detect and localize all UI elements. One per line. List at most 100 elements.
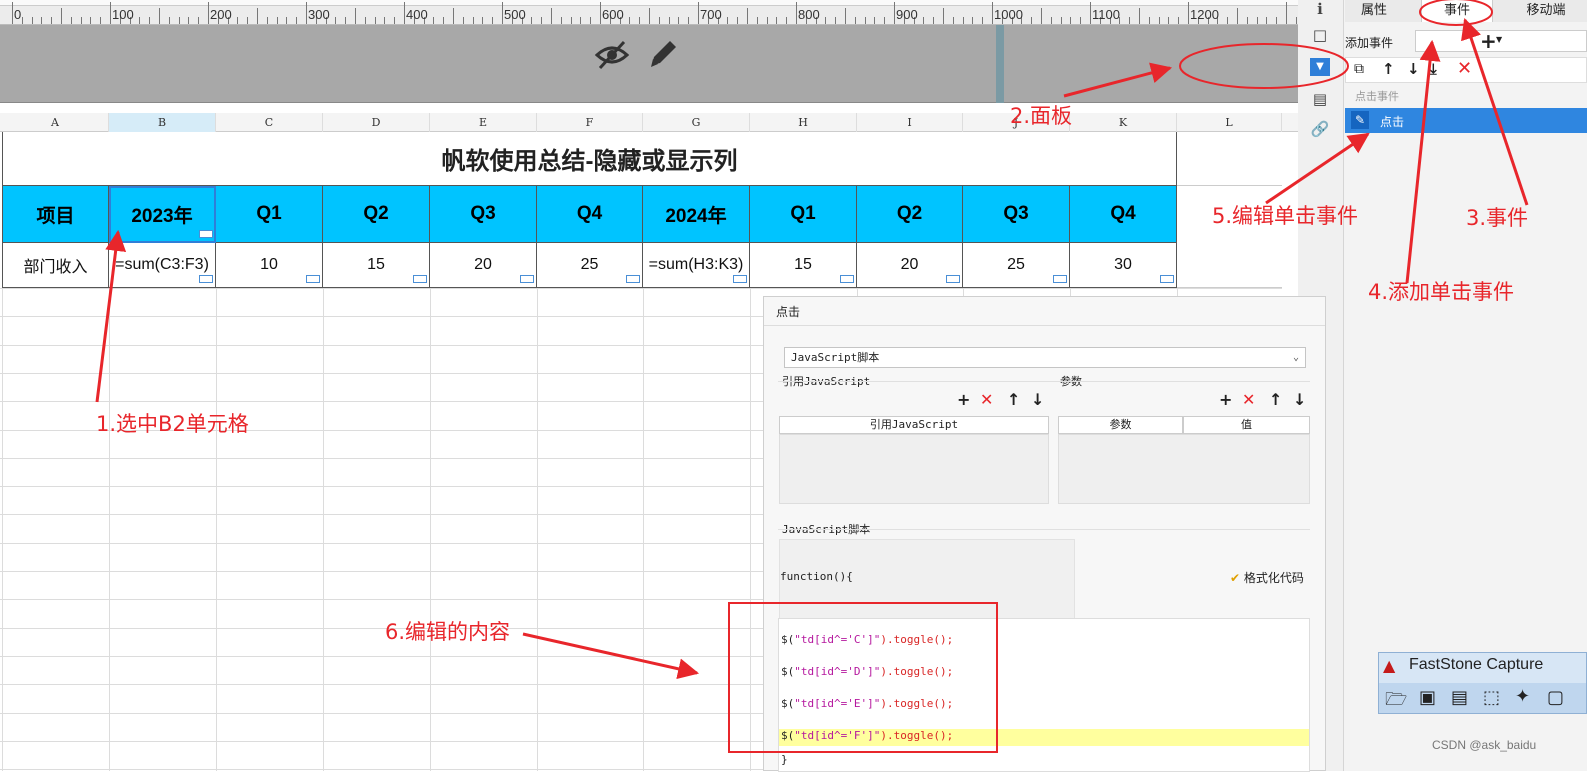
annotation-5: 5.编辑单击事件 xyxy=(1212,204,1359,228)
capture-freehand-icon[interactable]: ✦ xyxy=(1515,686,1530,707)
column-header-i[interactable]: I xyxy=(857,113,963,132)
code-editor[interactable]: $("td[id^='C']").toggle(); $("td[id^='D'… xyxy=(778,618,1310,772)
broom-icon: ✔ xyxy=(1230,571,1241,585)
empty-cell[interactable] xyxy=(1177,132,1282,186)
move-bottom-icon[interactable]: ⤓ xyxy=(1430,60,1437,78)
column-header-d[interactable]: D xyxy=(323,113,430,132)
square-icon[interactable]: □ xyxy=(1310,26,1330,44)
params-table[interactable] xyxy=(1058,434,1310,504)
chevron-down-icon[interactable]: ⌄ xyxy=(1293,348,1299,367)
tab-properties[interactable]: 属性 xyxy=(1345,0,1403,22)
ruler-tick xyxy=(570,17,572,24)
header-cell[interactable]: Q2 xyxy=(323,186,430,243)
freeze-panel[interactable] xyxy=(0,25,1298,103)
tab-mobile[interactable]: 移动端 xyxy=(1505,0,1587,22)
add-icon[interactable]: + xyxy=(1219,392,1232,408)
column-header-b[interactable]: B xyxy=(109,113,216,132)
column-header-e[interactable]: E xyxy=(430,113,537,132)
ruler-tick xyxy=(629,17,631,24)
column-header-a[interactable]: A xyxy=(2,113,109,132)
ruler-tick xyxy=(453,8,454,24)
layer-icon[interactable]: ▤ xyxy=(1310,90,1330,108)
ruler-tick xyxy=(472,17,474,24)
divider xyxy=(764,325,1325,326)
copy-icon[interactable]: ⧉ xyxy=(1354,61,1364,77)
event-item-label: 点击 xyxy=(1380,115,1405,129)
ruler-tick xyxy=(551,8,552,24)
ruler-label: 900 xyxy=(896,7,918,22)
move-up-icon[interactable]: ↑ xyxy=(1269,392,1282,408)
ruler-tick xyxy=(727,17,729,24)
capture-fullscreen-icon[interactable]: ▢ xyxy=(1547,687,1564,708)
open-folder-icon[interactable]: 🗁 xyxy=(1385,687,1407,717)
ruler-tick xyxy=(590,17,592,24)
header-cell[interactable]: 项目 xyxy=(2,186,109,243)
grid-line xyxy=(0,288,1282,289)
widget-icon[interactable]: ▼ xyxy=(1310,58,1330,76)
ruler-tick xyxy=(649,8,650,24)
ruler-tick xyxy=(943,8,944,24)
header-cell[interactable]: Q3 xyxy=(963,186,1070,243)
move-up-icon[interactable]: ↑ xyxy=(1382,60,1395,78)
ruler-tick xyxy=(1129,17,1131,24)
header-cell[interactable]: Q4 xyxy=(1070,186,1177,243)
ruler-tick xyxy=(1060,17,1062,24)
capture-window-icon[interactable]: ▣ xyxy=(1419,687,1436,708)
edit-icon[interactable]: ✎ xyxy=(1351,111,1369,129)
panel-divider[interactable] xyxy=(996,25,1004,103)
script-type-select[interactable]: JavaScript脚本 ⌄ xyxy=(784,347,1306,368)
tab-events[interactable]: 事件 xyxy=(1421,0,1493,22)
move-down-icon[interactable]: ↓ xyxy=(1031,392,1044,408)
ruler-tick xyxy=(404,2,405,24)
ruler-tick xyxy=(70,17,72,24)
data-cell[interactable]: 部门收入 xyxy=(2,243,109,288)
move-up-icon[interactable]: ↑ xyxy=(1007,392,1020,408)
chevron-down-icon[interactable]: ▼ xyxy=(1496,35,1502,44)
delete-icon[interactable]: ✕ xyxy=(1242,392,1255,408)
hidden-eye-icon[interactable] xyxy=(594,39,630,71)
toolbar-strip xyxy=(0,0,1298,6)
link-icon[interactable]: 🔗 xyxy=(1310,120,1330,138)
header-cell[interactable]: Q3 xyxy=(430,186,537,243)
ruler-tick xyxy=(923,17,925,24)
delete-icon[interactable]: ✕ xyxy=(980,392,993,408)
cell-widget-marker xyxy=(199,275,213,283)
sheet-title[interactable]: 帆软使用总结-隐藏或显示列 xyxy=(2,132,1177,186)
move-down-icon[interactable]: ↓ xyxy=(1407,60,1420,78)
column-header-h[interactable]: H xyxy=(750,113,857,132)
param-column-header: 参数 xyxy=(1058,416,1183,434)
ruler-tick xyxy=(541,17,543,24)
ruler-tick xyxy=(884,17,886,24)
ruler-tick xyxy=(698,2,699,24)
info-icon[interactable]: ℹ xyxy=(1310,0,1330,18)
format-code-button[interactable]: ✔ 格式化代码 xyxy=(1230,569,1304,586)
header-cell[interactable]: 2024年 xyxy=(643,186,750,243)
ruler-tick xyxy=(1256,17,1258,24)
add-icon[interactable]: + xyxy=(957,392,970,408)
divider xyxy=(778,381,1310,382)
header-cell[interactable]: Q2 xyxy=(857,186,963,243)
cell-widget-marker xyxy=(413,275,427,283)
header-cell[interactable]: Q4 xyxy=(537,186,643,243)
capture-region-icon[interactable]: ⬚ xyxy=(1483,687,1500,708)
ruler-tick xyxy=(394,17,396,24)
ruler-tick xyxy=(776,17,778,24)
column-header-k[interactable]: K xyxy=(1070,113,1177,132)
add-icon[interactable]: + xyxy=(1480,29,1497,53)
header-cell[interactable]: Q1 xyxy=(216,186,323,243)
event-item-click[interactable]: ✎ 点击 xyxy=(1345,108,1587,133)
header-cell[interactable]: Q1 xyxy=(750,186,857,243)
ruler-tick xyxy=(433,17,435,24)
pencil-icon[interactable] xyxy=(646,37,678,71)
ruler-tick xyxy=(208,2,209,24)
move-down-icon[interactable]: ↓ xyxy=(1293,392,1306,408)
column-header-f[interactable]: F xyxy=(537,113,643,132)
ref-js-table[interactable] xyxy=(779,434,1049,504)
delete-icon[interactable]: ✕ xyxy=(1457,58,1472,79)
ruler-tick xyxy=(1276,17,1278,24)
column-header-g[interactable]: G xyxy=(643,113,750,132)
column-header-c[interactable]: C xyxy=(216,113,323,132)
column-header-l[interactable]: L xyxy=(1177,113,1282,132)
ruler-tick xyxy=(31,17,33,24)
capture-object-icon[interactable]: ▤ xyxy=(1451,687,1468,708)
